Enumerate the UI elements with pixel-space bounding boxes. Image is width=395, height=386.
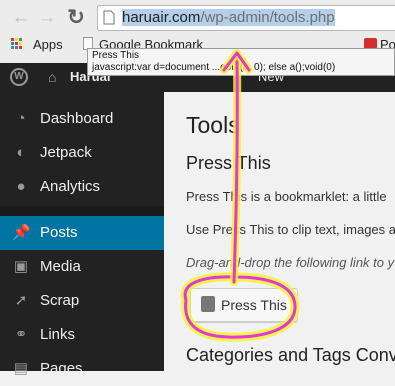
sidebar-item-label: Scrap — [40, 292, 80, 309]
press-this-bookmarklet-button[interactable]: Press This — [190, 288, 298, 322]
press-this-drag-instruction: Drag-and-drop the following link to y — [186, 255, 395, 270]
apps-grid-icon[interactable] — [11, 38, 23, 50]
sidebar-item-label: Media — [40, 258, 81, 275]
sidebar-item-links[interactable]: ⚭ Links — [0, 318, 164, 352]
media-icon: ▣ — [13, 258, 29, 275]
bookmark-tooltip: Press This javascript:var d=document ...… — [87, 48, 395, 76]
page-icon: ▤ — [13, 360, 29, 377]
back-arrow-icon[interactable]: ← — [10, 8, 32, 28]
analytics-icon: ● — [16, 178, 26, 195]
press-this-heading: Press This — [186, 153, 271, 173]
sidebar-item-dashboard[interactable]: ◔ Dashboard — [0, 102, 164, 136]
pushpin-icon: ➚ — [14, 292, 28, 309]
press-this-usage: Use Press This to clip text, images a — [186, 222, 395, 237]
sidebar-item-label: Jetpack — [40, 144, 92, 161]
pushpin-icon: 📌 — [12, 224, 31, 241]
sidebar-item-scrap[interactable]: ➚ Scrap — [0, 284, 164, 318]
tooltip-body: javascript:var d=document ...eout(a, 0);… — [92, 62, 336, 73]
sidebar-item-label: Posts — [40, 224, 78, 241]
url-selected: haruair.com — [122, 9, 201, 26]
url-path: /wp-admin/tools.php — [200, 9, 335, 26]
url-text[interactable]: haruair.com/wp-admin/tools.php — [122, 7, 335, 29]
sidebar-item-label: Analytics — [40, 178, 101, 195]
press-this-description: Press This is a bookmarklet: a little — [186, 189, 387, 204]
sidebar-item-label: Dashboard — [40, 110, 114, 127]
main-content: Tools Press This Press This is a bookmar… — [164, 92, 395, 371]
categories-tags-heading: Categories and Tags Conv — [186, 345, 395, 365]
sidebar-item-label: Links — [40, 326, 76, 343]
reload-icon[interactable]: ↻ — [64, 6, 88, 30]
dashboard-icon: ◔ — [16, 110, 26, 127]
forward-arrow-icon[interactable]: → — [36, 8, 58, 28]
address-bar[interactable]: haruair.com/wp-admin/tools.php — [97, 5, 395, 31]
admin-sidebar: ◔ Dashboard ◐ Jetpack ● Analytics 📌 Post… — [0, 92, 164, 377]
sidebar-separator — [0, 206, 164, 216]
wordpress-logo-icon[interactable]: W — [10, 68, 28, 86]
sidebar-item-posts[interactable]: 📌 Posts — [0, 216, 164, 250]
press-this-button-label: Press This — [221, 297, 287, 313]
sidebar-item-pages[interactable]: ▤ Pages — [0, 352, 164, 386]
jetpack-icon: ◐ — [16, 144, 26, 161]
page-icon — [103, 10, 115, 25]
sidebar-item-label: Pages — [40, 360, 83, 377]
link-icon: ⚭ — [14, 326, 28, 343]
press-this-icon — [201, 296, 215, 312]
bookmark-apps[interactable]: Apps — [33, 37, 63, 52]
sidebar-item-analytics[interactable]: ● Analytics — [0, 170, 164, 204]
tooltip-title: Press This — [92, 50, 140, 61]
page-title: Tools — [186, 112, 240, 138]
sidebar-item-jetpack[interactable]: ◐ Jetpack — [0, 136, 164, 170]
home-icon[interactable]: ⌂ — [48, 69, 56, 85]
sidebar-item-media[interactable]: ▣ Media — [0, 250, 164, 284]
